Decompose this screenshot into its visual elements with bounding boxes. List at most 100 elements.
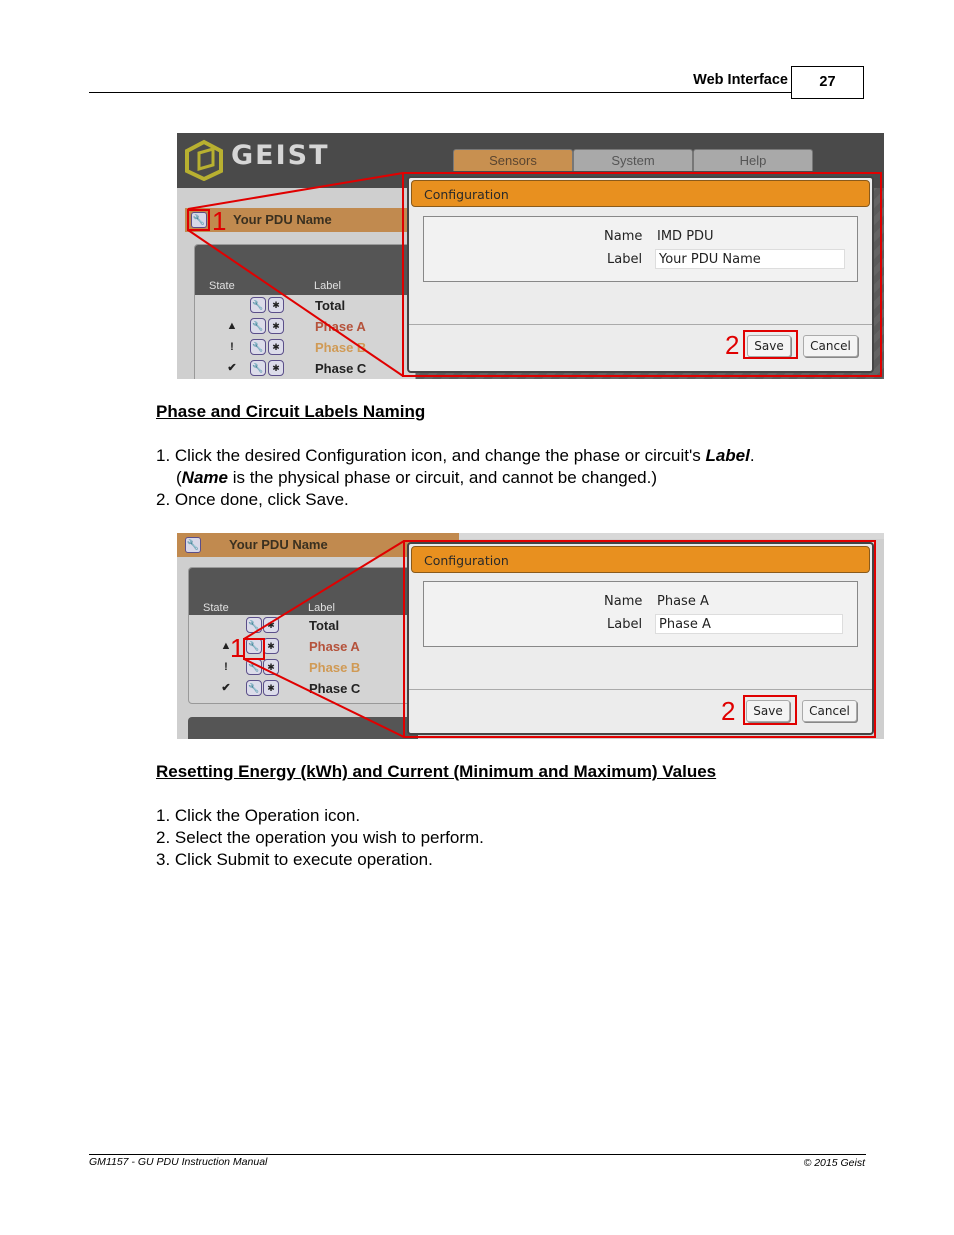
- configure-wrench-icon[interactable]: 🔧: [250, 360, 266, 376]
- row-label: Phase A: [315, 319, 366, 334]
- operation-gear-icon[interactable]: ✱: [268, 318, 284, 334]
- step-1: 1. Click the Operation icon.: [156, 806, 361, 825]
- row-label: Total: [309, 618, 340, 633]
- step-1-note: (Name is the physical phase or circuit, …: [176, 468, 658, 487]
- table-row: ! 🔧 ✱ Phase B: [189, 657, 419, 678]
- screenshot-phase-configuration: 🔧 Your PDU Name State Label 🔧 ✱ Total ▲ …: [177, 533, 884, 739]
- column-header-state: State: [209, 280, 235, 292]
- column-header-state: State: [203, 602, 229, 614]
- emphasis-label: Label: [705, 446, 750, 465]
- callout-number: 2: [725, 330, 740, 360]
- dialog-title: Configuration: [411, 180, 870, 207]
- app-top-strip: [459, 533, 884, 539]
- page-number: 27: [791, 66, 864, 99]
- instruction-steps: 1. Click the Operation icon. 2. Select t…: [156, 805, 484, 871]
- header-rule: [89, 92, 792, 93]
- instruction-steps: 1. Click the desired Configuration icon,…: [156, 445, 755, 511]
- pdu-config-button[interactable]: 🔧: [185, 537, 201, 553]
- name-field-value: Phase A: [657, 594, 709, 609]
- cancel-button[interactable]: Cancel: [803, 335, 858, 357]
- dialog-separator: [409, 689, 872, 690]
- table-row: ▲ 🔧 ✱ Phase A: [195, 316, 415, 337]
- footer-document-id: GM1157 - GU PDU Instruction Manual: [89, 1156, 268, 1168]
- dialog-form: Name IMD PDU Label Your PDU Name: [423, 216, 858, 282]
- callout-number: 2: [721, 696, 736, 726]
- ok-check-icon: ✔: [221, 682, 231, 694]
- table-row: ▲ 🔧 ✱ Phase A: [189, 636, 419, 657]
- row-label: Phase C: [315, 361, 367, 376]
- footer-rule: [89, 1154, 866, 1155]
- footer-copyright: © 2015 Geist: [803, 1157, 865, 1169]
- running-header-title: Web Interface: [693, 72, 788, 88]
- sensor-panel: 🔧 Your PDU Name State Label 🔧 ✱ Total ▲ …: [177, 533, 459, 739]
- callout-highlight-config-icon: [187, 209, 210, 231]
- label-input[interactable]: Phase A: [655, 614, 843, 634]
- tab-help[interactable]: Help: [693, 149, 813, 171]
- ok-check-icon: ✔: [227, 362, 237, 374]
- row-label: Phase B: [309, 660, 361, 675]
- phase-table: State Label 🔧 ✱ Total ▲ 🔧 ✱ Phase A ! 🔧 …: [194, 244, 416, 379]
- step-3: 3. Click Submit to execute operation.: [156, 850, 433, 869]
- callout-highlight-config-icon: [243, 638, 265, 660]
- warning-icon: ▲: [226, 320, 238, 332]
- operation-gear-icon[interactable]: ✱: [263, 617, 279, 633]
- operation-gear-icon[interactable]: ✱: [263, 659, 279, 675]
- screenshot-pdu-configuration: GEIST Sensors System Help 🔧 Your PDU Nam…: [177, 133, 884, 379]
- operation-gear-icon[interactable]: ✱: [268, 339, 284, 355]
- row-label: Phase A: [309, 639, 360, 654]
- step-1: 1. Click the desired Configuration icon,…: [156, 446, 755, 465]
- dialog-separator: [409, 324, 872, 325]
- tab-system[interactable]: System: [573, 149, 693, 171]
- callout-highlight-save: [743, 695, 797, 725]
- table-row: ✔ 🔧 ✱ Phase C: [195, 358, 415, 379]
- row-label: Total: [315, 298, 346, 313]
- column-header-label: Label: [308, 602, 335, 614]
- table-row: ! 🔧 ✱ Phase B: [195, 337, 415, 358]
- dialog-title: Configuration: [411, 546, 870, 573]
- row-label: Phase C: [309, 681, 361, 696]
- table-row: 🔧 ✱ Total: [189, 615, 419, 636]
- configure-wrench-icon[interactable]: 🔧: [246, 659, 262, 675]
- configuration-dialog: Configuration Name Phase A Label Phase A…: [407, 542, 874, 735]
- next-table-header: [188, 717, 418, 739]
- main-tabs: Sensors System Help: [453, 149, 813, 171]
- section-heading: Phase and Circuit Labels Naming: [156, 402, 426, 421]
- operation-gear-icon[interactable]: ✱: [263, 680, 279, 696]
- callout-number: 1: [212, 206, 227, 236]
- operation-gear-icon[interactable]: ✱: [268, 360, 284, 376]
- configuration-dialog: Configuration Name IMD PDU Label Your PD…: [407, 176, 874, 373]
- callout-number: 1: [230, 633, 245, 663]
- section-heading: Resetting Energy (kWh) and Current (Mini…: [156, 762, 717, 781]
- table-row: ✔ 🔧 ✱ Phase C: [189, 678, 419, 699]
- step-2: 2. Once done, click Save.: [156, 490, 349, 509]
- cancel-button[interactable]: Cancel: [802, 700, 857, 722]
- dialog-form: Name Phase A Label Phase A: [423, 581, 858, 647]
- configure-wrench-icon[interactable]: 🔧: [246, 680, 262, 696]
- callout-highlight-save: [743, 330, 798, 359]
- label-field-label: Label: [607, 617, 643, 632]
- configure-wrench-icon[interactable]: 🔧: [250, 318, 266, 334]
- label-input[interactable]: Your PDU Name: [655, 249, 845, 269]
- row-label: Phase B: [315, 340, 367, 355]
- alert-icon: !: [230, 341, 234, 353]
- geist-logo-icon: [185, 139, 223, 181]
- phase-table: State Label 🔧 ✱ Total ▲ 🔧 ✱ Phase A ! 🔧 …: [188, 567, 420, 704]
- operation-gear-icon[interactable]: ✱: [263, 638, 279, 654]
- pdu-name: Your PDU Name: [233, 212, 332, 227]
- logo-text: GEIST: [231, 140, 330, 171]
- name-field-label: Name: [604, 594, 643, 609]
- label-field-label: Label: [607, 252, 643, 267]
- configure-wrench-icon[interactable]: 🔧: [250, 297, 266, 313]
- configure-wrench-icon[interactable]: 🔧: [246, 617, 262, 633]
- table-header: State Label: [189, 568, 419, 615]
- table-row: 🔧 ✱ Total: [195, 295, 415, 316]
- column-header-label: Label: [314, 280, 341, 292]
- tab-sensors[interactable]: Sensors: [453, 149, 573, 171]
- operation-gear-icon[interactable]: ✱: [268, 297, 284, 313]
- pdu-name: Your PDU Name: [229, 537, 328, 552]
- step-2: 2. Select the operation you wish to perf…: [156, 828, 484, 847]
- emphasis-name: Name: [181, 468, 228, 487]
- name-field-value: IMD PDU: [657, 229, 714, 244]
- configure-wrench-icon[interactable]: 🔧: [250, 339, 266, 355]
- table-header: State Label: [195, 245, 415, 295]
